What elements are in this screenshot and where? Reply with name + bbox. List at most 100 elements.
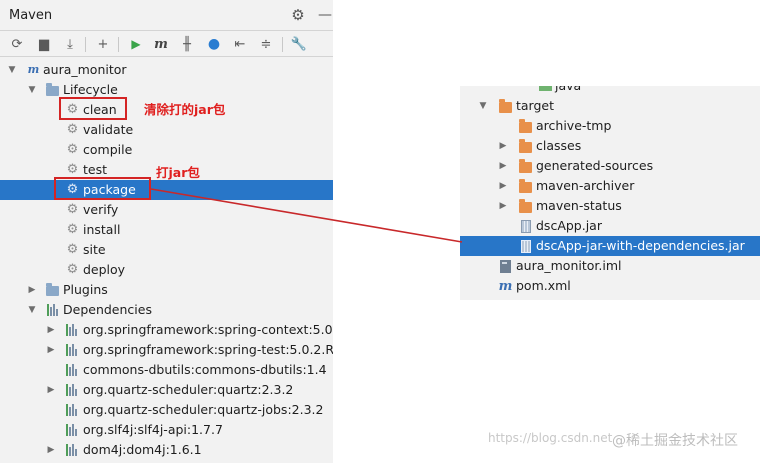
chevron-right-icon[interactable]: ▶	[497, 136, 509, 156]
chevron-down-icon[interactable]: ▼	[477, 96, 489, 116]
item-label: target	[516, 98, 555, 113]
chevron-right-icon[interactable]: ▶	[497, 176, 509, 196]
lifecycle-phase-package[interactable]: ⚙ package	[0, 180, 333, 200]
clean-annotation: 清除打的jar包	[144, 102, 226, 117]
tree-plugins[interactable]: ▶ Plugins	[0, 280, 333, 300]
folder-icon	[45, 282, 60, 297]
library-icon	[64, 382, 79, 397]
lifecycle-phase-compile[interactable]: ⚙ compile	[0, 140, 333, 160]
chevron-right-icon[interactable]: ▶	[45, 340, 57, 360]
iml-file-icon	[498, 259, 513, 274]
chevron-down-icon[interactable]: ▼	[26, 80, 38, 100]
tree-item-folder[interactable]: ▶ classes	[460, 136, 760, 156]
gear-icon: ⚙	[66, 221, 79, 237]
run-icon[interactable]: ▶	[127, 35, 145, 53]
tree-item-target[interactable]: ▼ target	[460, 96, 760, 116]
tree-item-java[interactable]: java	[460, 86, 760, 96]
phase-label: install	[83, 222, 121, 237]
plugins-label: Plugins	[63, 282, 108, 297]
lifecycle-phase-validate[interactable]: ⚙ validate	[0, 120, 333, 140]
watermark-url: https://blog.csdn.net	[488, 431, 613, 445]
lifecycle-phase-verify[interactable]: ⚙ verify	[0, 200, 333, 220]
expand-all-icon[interactable]: ≑	[257, 35, 275, 53]
download-icon[interactable]: ⤓	[61, 35, 79, 53]
maven-tool-window: Maven ⚙ — ⟳ ▆ ⤓ + ▶ m ╫ ● ⇤ ≑ 🔧 ▼ m aura…	[0, 0, 333, 463]
lifecycle-phase-install[interactable]: ⚙ install	[0, 220, 333, 240]
dependency-item[interactable]: ▶ org.springframework:spring-test:5.0.2.…	[0, 340, 333, 360]
item-label: pom.xml	[516, 278, 571, 293]
chevron-right-icon[interactable]: ▶	[45, 380, 57, 400]
offline-icon[interactable]: ●	[205, 35, 223, 53]
chevron-down-icon[interactable]: ▼	[6, 60, 18, 80]
item-label: java	[555, 86, 581, 96]
gear-icon[interactable]: ⚙	[289, 6, 307, 24]
gear-icon: ⚙	[66, 141, 79, 157]
lifecycle-phase-site[interactable]: ⚙ site	[0, 240, 333, 260]
skip-tests-icon[interactable]: ╫	[178, 35, 196, 53]
dependency-item[interactable]: commons-dbutils:commons-dbutils:1.4	[0, 360, 333, 380]
dependency-item[interactable]: org.slf4j:slf4j-api:1.7.7	[0, 420, 333, 440]
gear-icon: ⚙	[66, 121, 79, 137]
library-icon	[64, 402, 79, 417]
dependency-item[interactable]: ▶ dom4j:dom4j:1.6.1	[0, 440, 333, 460]
tree-item-jar-selected[interactable]: dscApp-jar-with-dependencies.jar	[460, 236, 760, 256]
maven-header: Maven ⚙ —	[0, 0, 333, 31]
item-label: maven-status	[536, 198, 622, 213]
maven-file-icon: m	[498, 278, 513, 294]
chevron-right-icon[interactable]: ▶	[45, 320, 57, 340]
tree-project-root[interactable]: ▼ m aura_monitor	[0, 60, 333, 80]
dependency-label: dom4j:dom4j:1.6.1	[83, 442, 202, 457]
jar-icon	[518, 219, 533, 234]
tree-item-jar[interactable]: dscApp.jar	[460, 216, 760, 236]
maven-toolbar: ⟳ ▆ ⤓ + ▶ m ╫ ● ⇤ ≑ 🔧	[0, 31, 333, 57]
dependency-item[interactable]: ▶ org.quartz-scheduler:quartz:2.3.2	[0, 380, 333, 400]
item-label: classes	[536, 138, 582, 153]
tree-dependencies[interactable]: ▼ Dependencies	[0, 300, 333, 320]
tree-lifecycle[interactable]: ▼ Lifecycle	[0, 80, 333, 100]
dependency-item[interactable]: ▶ org.springframework:spring-context:5.0…	[0, 320, 333, 340]
dependency-label: commons-dbutils:commons-dbutils:1.4	[83, 362, 327, 377]
folder-icon	[498, 98, 513, 114]
dependency-label: org.slf4j:slf4j-api:1.7.7	[83, 422, 223, 437]
toolbar-separator	[85, 37, 86, 52]
tree-item-folder[interactable]: ▶ generated-sources	[460, 156, 760, 176]
chevron-right-icon[interactable]: ▶	[45, 440, 57, 460]
phase-label: verify	[83, 202, 119, 217]
folder-icon	[538, 86, 553, 94]
item-label: aura_monitor.iml	[516, 258, 622, 273]
collapse-all-icon[interactable]: ⇤	[231, 35, 249, 53]
phase-label: deploy	[83, 262, 126, 277]
execute-goal-icon[interactable]: m	[152, 35, 170, 53]
tree-item-pom[interactable]: m pom.xml	[460, 276, 760, 296]
item-label: generated-sources	[536, 158, 654, 173]
watermark-brand: @稀土掘金技术社区	[612, 433, 738, 449]
item-label: maven-archiver	[536, 178, 635, 193]
generate-sources-icon[interactable]: ▆	[35, 35, 53, 53]
chevron-right-icon[interactable]: ▶	[26, 280, 38, 300]
dependency-item[interactable]: org.quartz-scheduler:quartz-jobs:2.3.2	[0, 400, 333, 420]
tree-item-folder[interactable]: ▶ maven-status	[460, 196, 760, 216]
gear-icon: ⚙	[66, 161, 79, 177]
maven-title: Maven	[9, 8, 53, 23]
tree-item-folder[interactable]: ▶ maven-archiver	[460, 176, 760, 196]
folder-icon	[518, 158, 533, 174]
gear-icon: ⚙	[66, 261, 79, 277]
lifecycle-phase-deploy[interactable]: ⚙ deploy	[0, 260, 333, 280]
jar-icon	[518, 239, 533, 254]
minimize-icon[interactable]: —	[318, 6, 333, 24]
tree-item-iml[interactable]: aura_monitor.iml	[460, 256, 760, 276]
dependencies-label: Dependencies	[63, 302, 152, 317]
item-label: dscApp-jar-with-dependencies.jar	[536, 238, 745, 253]
tree-item-folder[interactable]: archive-tmp	[460, 116, 760, 136]
add-icon[interactable]: +	[94, 35, 112, 53]
chevron-right-icon[interactable]: ▶	[497, 196, 509, 216]
settings-wrench-icon[interactable]: 🔧	[290, 35, 308, 53]
folder-icon	[518, 138, 533, 154]
dependencies-icon	[45, 302, 60, 317]
reload-icon[interactable]: ⟳	[8, 35, 26, 53]
maven-project-icon: m	[27, 62, 40, 76]
project-tree-panel: java ▼ target archive-tmp ▶ classes ▶ ge…	[460, 86, 760, 300]
library-icon	[64, 322, 79, 337]
chevron-down-icon[interactable]: ▼	[26, 300, 38, 320]
chevron-right-icon[interactable]: ▶	[497, 156, 509, 176]
